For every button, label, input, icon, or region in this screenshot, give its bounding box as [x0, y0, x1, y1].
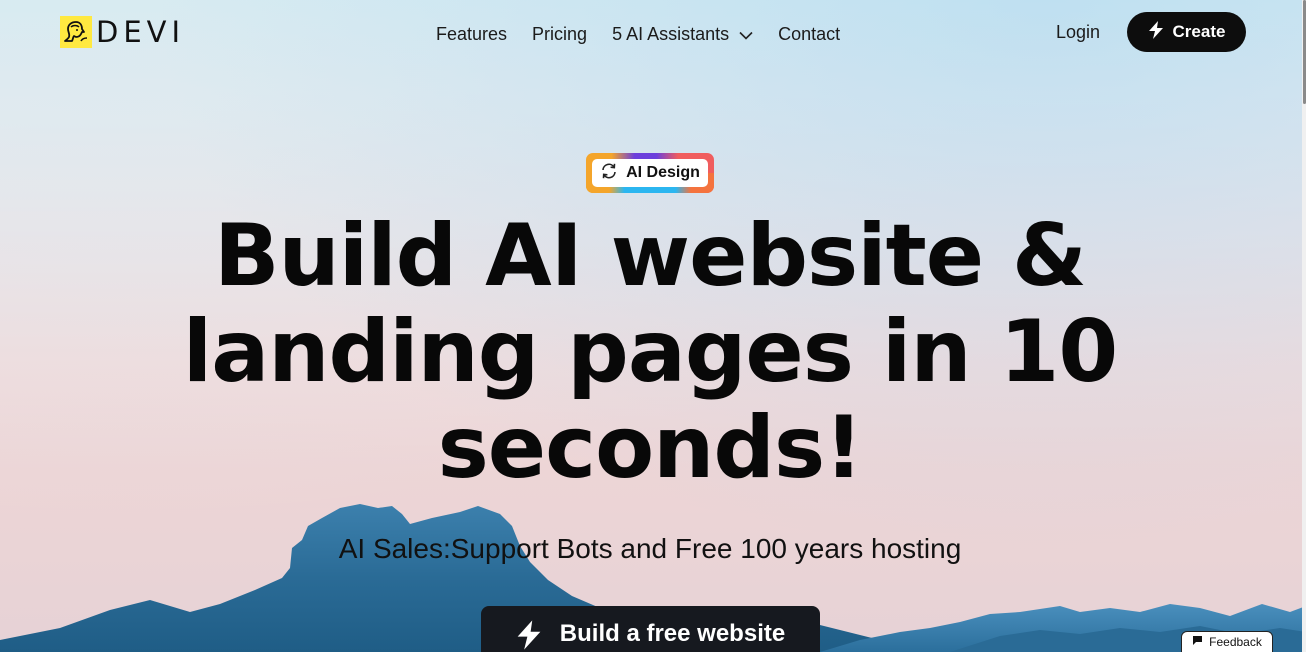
badge-content: AI Design	[592, 159, 708, 187]
scrollbar-track[interactable]	[1302, 0, 1306, 652]
logo[interactable]: DEVI	[60, 16, 185, 48]
headline-line-2: landing pages in 10	[182, 302, 1118, 402]
create-button[interactable]: Create	[1127, 12, 1246, 52]
build-free-website-button[interactable]: Build a free website	[481, 606, 820, 652]
headline-line-3: seconds!	[437, 398, 864, 498]
nav-ai-assistants[interactable]: 5 AI Assistants	[612, 22, 753, 46]
headline-line-1: Build AI website &	[213, 206, 1087, 306]
lightning-bolt-icon	[1148, 20, 1164, 44]
landing-page: DEVI Features Pricing 5 AI Assistants Co…	[0, 0, 1306, 652]
login-link[interactable]: Login	[1056, 20, 1100, 44]
cta-label: Build a free website	[559, 620, 786, 647]
hero-subheadline: AI Sales:Support Bots and Free 100 years…	[338, 533, 962, 564]
hero-headline: Build AI website & landing pages in 10 s…	[100, 208, 1200, 496]
refresh-icon	[600, 162, 618, 185]
nav-ai-assistants-label: 5 AI Assistants	[612, 24, 730, 44]
feedback-button[interactable]: Feedback	[1181, 631, 1273, 652]
nav-features[interactable]: Features	[436, 22, 507, 46]
badge-label: AI Design	[626, 164, 700, 181]
create-button-label: Create	[1172, 22, 1226, 41]
feedback-label: Feedback	[1209, 635, 1262, 649]
nav-contact[interactable]: Contact	[778, 22, 840, 46]
logo-text: DEVI	[96, 15, 186, 49]
chat-bubble-icon	[1192, 635, 1203, 649]
lightning-bolt-icon	[516, 620, 542, 652]
woman-profile-icon	[60, 16, 92, 48]
main-nav: Features Pricing 5 AI Assistants Contact	[436, 22, 840, 46]
nav-pricing[interactable]: Pricing	[532, 22, 587, 46]
ai-design-badge[interactable]: AI Design	[586, 153, 714, 193]
chevron-down-icon	[739, 22, 753, 46]
